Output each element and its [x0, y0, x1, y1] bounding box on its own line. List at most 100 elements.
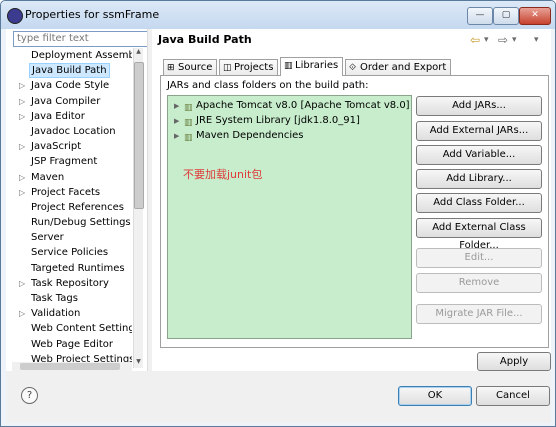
tree-item[interactable]: ▷ Java Code Style: [12, 78, 132, 93]
maximize-button[interactable]: ▢: [493, 7, 519, 25]
expand-arrow-icon[interactable]: ▶: [174, 99, 179, 113]
library-jar-icon: ▥: [184, 133, 193, 143]
tree-item[interactable]: Web Page Editor: [12, 337, 132, 352]
tree-item[interactable]: ▷ Java Editor: [12, 109, 132, 124]
minimize-button[interactable]: —: [467, 7, 493, 25]
pane-splitter[interactable]: [147, 29, 152, 371]
tree-item-label: Java Editor: [31, 110, 85, 122]
tree-item[interactable]: Project References: [12, 200, 132, 215]
library-list[interactable]: ▶ ▥ Apache Tomcat v8.0 [Apache Tomcat v8.0…: [167, 95, 412, 339]
forward-menu-icon[interactable]: ▾: [512, 35, 517, 45]
expand-arrow-icon[interactable]: ▷: [19, 94, 25, 109]
tree-item-label: Project References: [31, 201, 124, 213]
eclipse-icon: [7, 8, 23, 24]
scroll-thumb[interactable]: [134, 62, 144, 209]
tab-projects-label: Projects: [234, 62, 274, 73]
tab-libraries[interactable]: ▥ Libraries: [280, 57, 344, 76]
tree-item[interactable]: Java Build Path: [12, 63, 132, 79]
dialog-footer: ? OK Cancel: [6, 371, 551, 423]
tab-source[interactable]: ⊞ Source: [163, 59, 218, 75]
scroll-up-icon[interactable]: ▲: [134, 48, 143, 58]
tree-item-label: Java Code Style: [31, 80, 110, 92]
libraries-heading: JARs and class folders on the build path…: [167, 80, 369, 91]
migrate-jar-button[interactable]: Migrate JAR File...: [416, 304, 542, 324]
tree-item[interactable]: Task Tags: [12, 291, 132, 306]
library-icon: ▥: [284, 61, 293, 71]
remove-button[interactable]: Remove: [416, 273, 542, 293]
tree-item-label: Deployment Assembl: [31, 50, 132, 61]
tab-source-label: Source: [178, 62, 213, 73]
view-menu-icon[interactable]: ▾: [534, 35, 539, 45]
libraries-panel: JARs and class folders on the build path…: [160, 75, 549, 348]
window-title: Properties for ssmFrame: [25, 8, 160, 21]
expand-arrow-icon[interactable]: ▷: [19, 306, 25, 321]
add-jars-button[interactable]: Add JARs...: [416, 96, 542, 116]
tree-item[interactable]: ▷ Task Repository: [12, 276, 132, 291]
title-bar: Properties for ssmFrame — ▢ ✕: [1, 1, 555, 29]
library-item-label: Apache Tomcat v8.0 [Apache Tomcat v8.0]: [196, 100, 410, 111]
source-folder-icon: ⊞: [167, 63, 175, 73]
tree-item[interactable]: Javadoc Location: [12, 124, 132, 139]
tree-item-label: JavaScript: [31, 141, 82, 153]
tree-item-label: Project Facets: [31, 186, 101, 198]
category-tree: Deployment Assembl Java Build Path ▷ Java C…: [12, 48, 132, 368]
properties-dialog: Properties for ssmFrame — ▢ ✕ type filte…: [0, 0, 556, 427]
tree-item[interactable]: Service Policies: [12, 245, 132, 260]
tab-order-label: Order and Export: [360, 62, 447, 73]
back-menu-icon[interactable]: ▾: [484, 35, 489, 45]
scroll-down-icon[interactable]: ▼: [134, 358, 143, 368]
tree-item-label: Service Policies: [31, 247, 109, 259]
tree-item-label: Targeted Runtimes: [31, 262, 125, 274]
tree-item[interactable]: ▷ Java Compiler: [12, 94, 132, 109]
tree-item[interactable]: Targeted Runtimes: [12, 261, 132, 276]
ok-button[interactable]: OK: [398, 386, 472, 406]
tree-item[interactable]: ▷ Validation: [12, 306, 132, 321]
tree-item[interactable]: Server: [12, 230, 132, 245]
filter-input[interactable]: type filter text: [13, 31, 149, 47]
tree-item-label: Web Page Editor: [31, 338, 113, 350]
tree-item-label: Web Content Settings: [31, 323, 132, 335]
apply-button[interactable]: Apply: [477, 352, 551, 371]
order-export-icon: ⟐: [349, 63, 357, 73]
back-arrow-icon[interactable]: ⇦: [470, 33, 480, 47]
tree-item[interactable]: Deployment Assembl: [12, 48, 132, 63]
tree-item-label: Maven: [31, 171, 65, 183]
tree-item-label: Validation: [31, 308, 81, 320]
expand-arrow-icon[interactable]: ▷: [19, 78, 25, 93]
tree-item-label: Task Repository: [31, 277, 109, 289]
tree-item[interactable]: JSP Fragment: [12, 154, 132, 169]
tree-vertical-scrollbar[interactable]: ▲ ▼: [133, 48, 144, 368]
expand-arrow-icon[interactable]: ▷: [19, 170, 25, 185]
library-item-label: Maven Dependencies: [196, 130, 304, 141]
add-variable-button[interactable]: Add Variable...: [416, 145, 542, 165]
hscroll-thumb[interactable]: [20, 363, 120, 370]
add-class-folder-button[interactable]: Add Class Folder...: [416, 193, 542, 213]
tab-projects[interactable]: ◫ Projects: [219, 59, 279, 75]
expand-arrow-icon[interactable]: ▷: [19, 109, 25, 124]
tree-item[interactable]: ▷ Project Facets: [12, 185, 132, 200]
library-jar-icon: ▥: [184, 118, 193, 128]
expand-arrow-icon[interactable]: ▷: [19, 185, 25, 200]
expand-arrow-icon[interactable]: ▶: [174, 129, 179, 143]
tree-item[interactable]: ▷ JavaScript: [12, 139, 132, 154]
expand-arrow-icon[interactable]: ▶: [174, 114, 179, 128]
annotation-text: 不要加载junit包: [183, 168, 263, 181]
tree-item-label: Java Build Path: [29, 63, 110, 79]
tree-item[interactable]: Web Content Settings: [12, 321, 132, 336]
page-title: Java Build Path: [158, 33, 252, 46]
expand-arrow-icon[interactable]: ▷: [19, 139, 25, 154]
add-library-button[interactable]: Add Library...: [416, 169, 542, 189]
tree-item[interactable]: ▷ Maven: [12, 170, 132, 185]
tree-horizontal-scrollbar[interactable]: [12, 362, 132, 371]
close-button[interactable]: ✕: [519, 7, 551, 25]
help-icon[interactable]: ?: [21, 387, 38, 404]
add-external-class-folder-button[interactable]: Add External Class Folder...: [416, 218, 542, 251]
edit-button[interactable]: Edit...: [416, 248, 542, 268]
tree-item-label: Run/Debug Settings: [31, 217, 131, 229]
cancel-button[interactable]: Cancel: [476, 386, 550, 406]
expand-arrow-icon[interactable]: ▷: [19, 276, 25, 291]
add-external-jars-button[interactable]: Add External JARs...: [416, 121, 542, 141]
tree-item[interactable]: Run/Debug Settings: [12, 215, 132, 230]
tab-order-and-export[interactable]: ⟐ Order and Export: [345, 59, 452, 75]
forward-arrow-icon[interactable]: ⇨: [498, 33, 508, 47]
